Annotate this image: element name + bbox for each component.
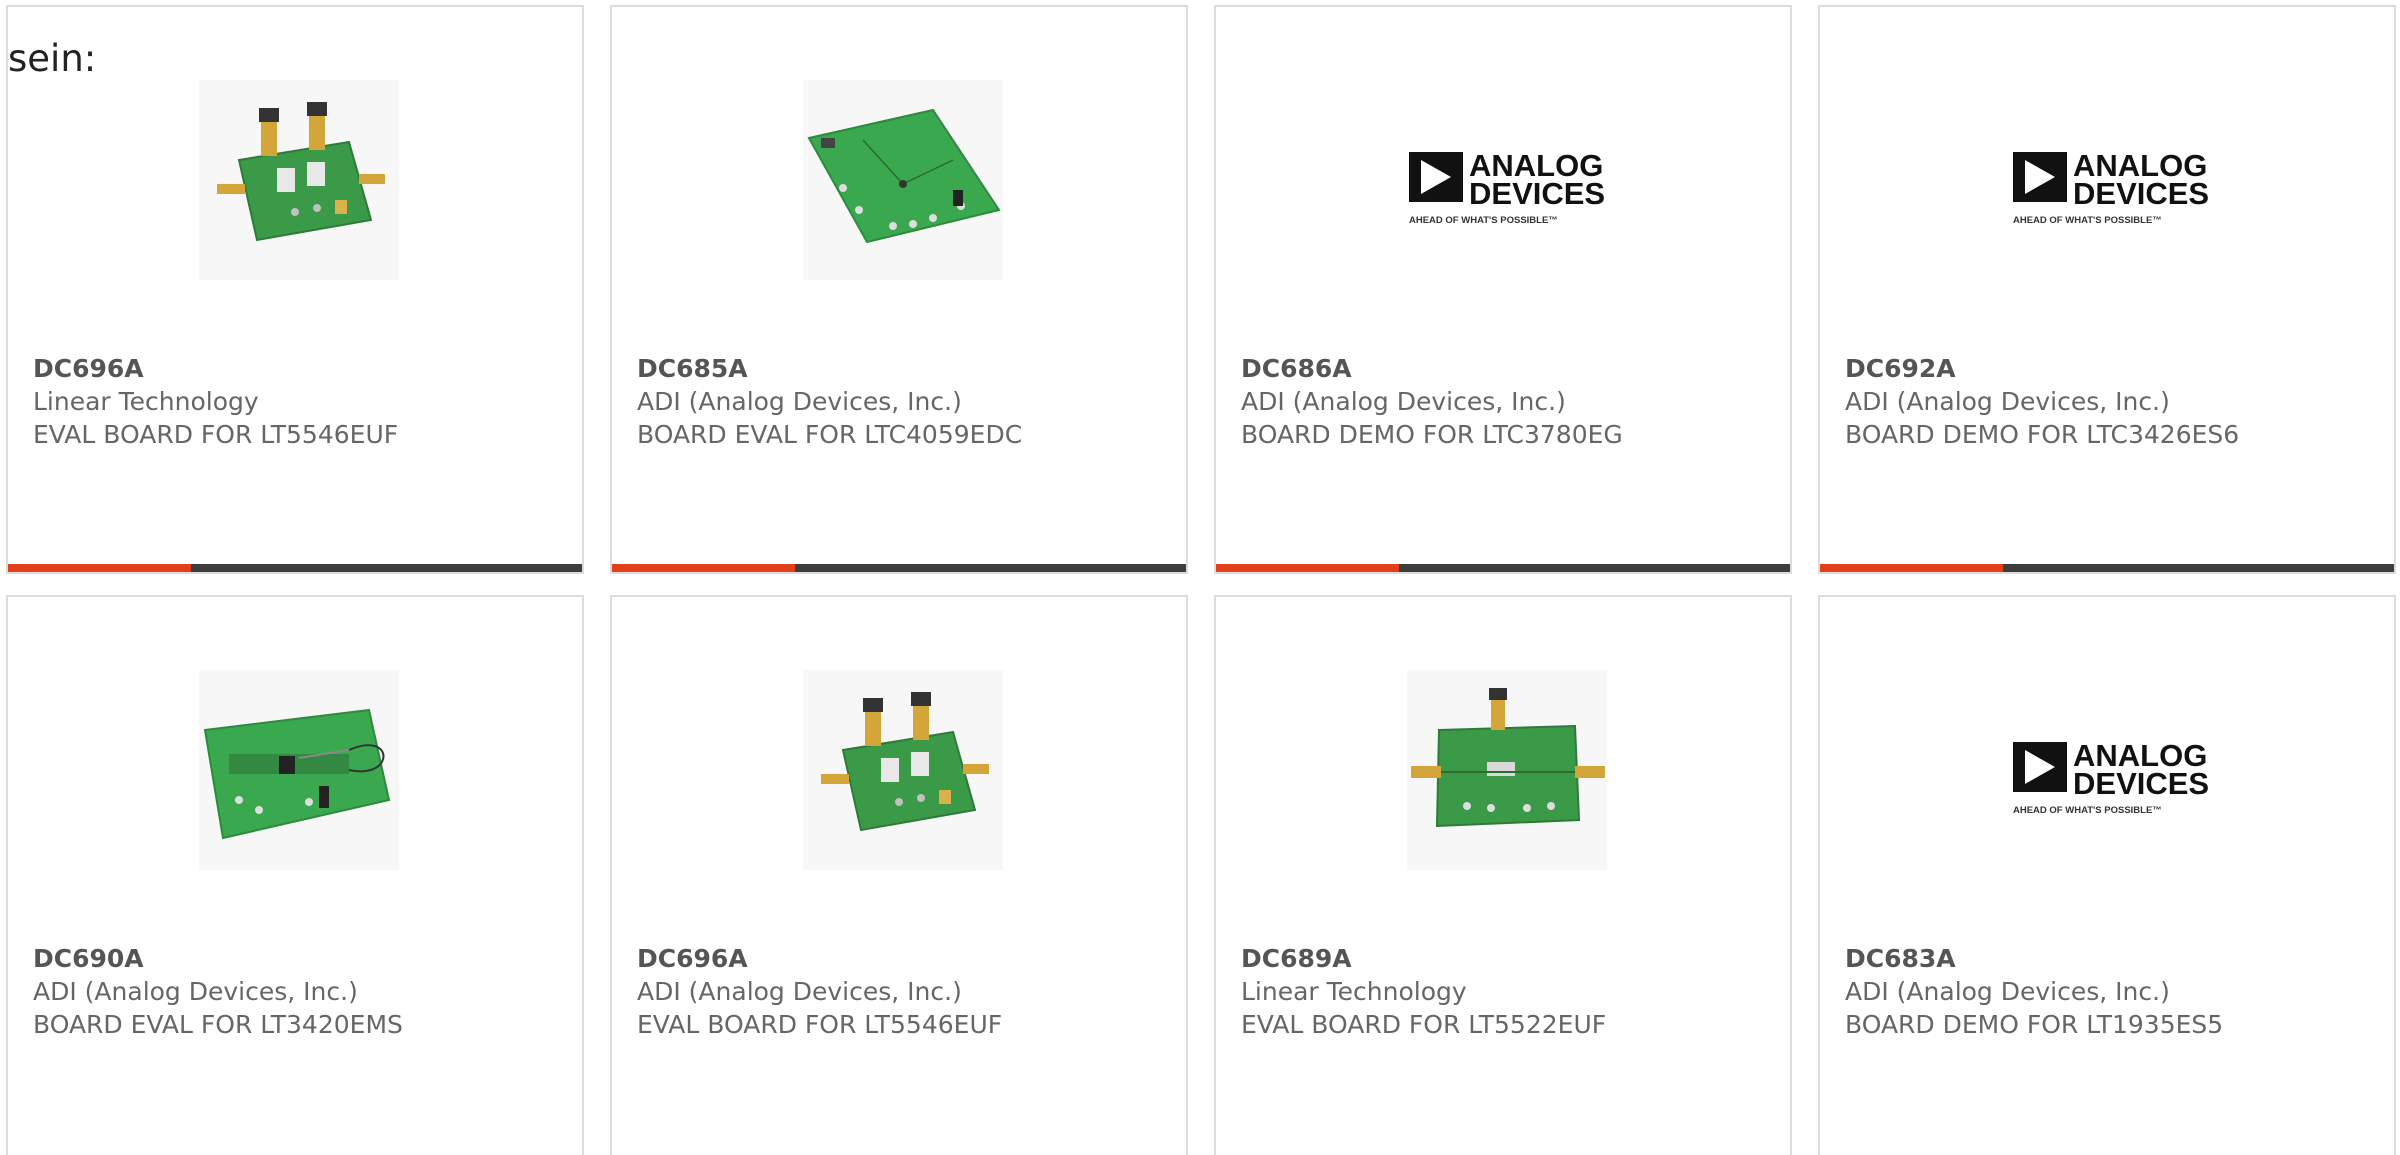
description: BOARD EVAL FOR LT3420EMS (33, 1010, 403, 1039)
description: EVAL BOARD FOR LT5546EUF (33, 420, 399, 449)
card-bottom-bar (612, 564, 1186, 572)
product-image[interactable] (199, 670, 399, 870)
manufacturer: ADI (Analog Devices, Inc.) (1845, 977, 2170, 1006)
card-bottom-bar (1216, 564, 1790, 572)
product-card[interactable]: DC689A Linear Technology EVAL BOARD FOR … (1214, 595, 1792, 1155)
product-card[interactable]: ANALOG DEVICES AHEAD OF WHAT'S POSSIBLE™… (1818, 5, 2396, 574)
board-photo-rf-two-sma (199, 80, 399, 280)
manufacturer: ADI (Analog Devices, Inc.) (1241, 387, 1566, 416)
card-bottom-bar (1820, 564, 2394, 572)
part-number[interactable]: DC692A (1845, 352, 2384, 385)
description: BOARD DEMO FOR LT1935ES5 (1845, 1010, 2224, 1039)
product-image[interactable]: ANALOG DEVICES AHEAD OF WHAT'S POSSIBLE™ (2011, 670, 2211, 870)
svg-text:AHEAD OF WHAT'S POSSIBLE™: AHEAD OF WHAT'S POSSIBLE™ (1409, 215, 1558, 226)
svg-text:AHEAD OF WHAT'S POSSIBLE™: AHEAD OF WHAT'S POSSIBLE™ (2013, 215, 2162, 226)
product-image[interactable] (199, 80, 399, 280)
part-number[interactable]: DC685A (637, 352, 1176, 385)
manufacturer: Linear Technology (1241, 977, 1467, 1006)
part-number[interactable]: DC683A (1845, 942, 2384, 975)
manufacturer: ADI (Analog Devices, Inc.) (33, 977, 358, 1006)
description: BOARD DEMO FOR LTC3780EG (1241, 420, 1623, 449)
board-photo-flat (803, 80, 1003, 280)
manufacturer: ADI (Analog Devices, Inc.) (1845, 387, 2170, 416)
svg-text:AHEAD OF WHAT'S POSSIBLE™: AHEAD OF WHAT'S POSSIBLE™ (2013, 805, 2162, 816)
card-bottom-bar (8, 564, 582, 572)
part-number[interactable]: DC690A (33, 942, 572, 975)
manufacturer: ADI (Analog Devices, Inc.) (637, 977, 962, 1006)
product-card[interactable]: DC685A ADI (Analog Devices, Inc.) BOARD … (610, 5, 1188, 574)
product-image[interactable] (803, 670, 1003, 870)
analog-devices-logo: ANALOG DEVICES AHEAD OF WHAT'S POSSIBLE™ (2011, 670, 2211, 870)
part-number[interactable]: DC696A (33, 352, 572, 385)
description: EVAL BOARD FOR LT5522EUF (1241, 1010, 1607, 1039)
svg-text:DEVICES: DEVICES (2073, 766, 2209, 801)
product-card[interactable]: ANALOG DEVICES AHEAD OF WHAT'S POSSIBLE™… (1214, 5, 1792, 574)
board-photo-rf-two-sma (803, 670, 1003, 870)
svg-text:DEVICES: DEVICES (1469, 176, 1605, 211)
description: BOARD DEMO FOR LTC3426ES6 (1845, 420, 2240, 449)
part-number[interactable]: DC686A (1241, 352, 1780, 385)
manufacturer: ADI (Analog Devices, Inc.) (637, 387, 962, 416)
product-image[interactable] (1407, 670, 1607, 870)
product-card[interactable]: ANALOG DEVICES AHEAD OF WHAT'S POSSIBLE™… (1818, 595, 2396, 1155)
product-card[interactable]: DC696A Linear Technology EVAL BOARD FOR … (6, 5, 584, 574)
board-photo-long (199, 670, 399, 870)
description: EVAL BOARD FOR LT5546EUF (637, 1010, 1003, 1039)
product-grid-page: sein: DC696A Linear Technology EVAL BOAR… (0, 0, 2400, 1155)
product-card[interactable]: DC690A ADI (Analog Devices, Inc.) BOARD … (6, 595, 584, 1155)
product-image[interactable]: ANALOG DEVICES AHEAD OF WHAT'S POSSIBLE™ (1407, 80, 1607, 280)
part-number[interactable]: DC696A (637, 942, 1176, 975)
description: BOARD EVAL FOR LTC4059EDC (637, 420, 1023, 449)
part-number[interactable]: DC689A (1241, 942, 1780, 975)
product-image[interactable]: ANALOG DEVICES AHEAD OF WHAT'S POSSIBLE™ (2011, 80, 2211, 280)
svg-text:DEVICES: DEVICES (2073, 176, 2209, 211)
board-photo-rf-sma (1407, 670, 1607, 870)
product-card[interactable]: DC696A ADI (Analog Devices, Inc.) EVAL B… (610, 595, 1188, 1155)
analog-devices-logo: ANALOG DEVICES AHEAD OF WHAT'S POSSIBLE™ (2011, 80, 2211, 280)
manufacturer: Linear Technology (33, 387, 259, 416)
analog-devices-logo: ANALOG DEVICES AHEAD OF WHAT'S POSSIBLE™ (1407, 80, 1607, 280)
product-image[interactable] (803, 80, 1003, 280)
prefix-text: sein: (8, 37, 97, 80)
